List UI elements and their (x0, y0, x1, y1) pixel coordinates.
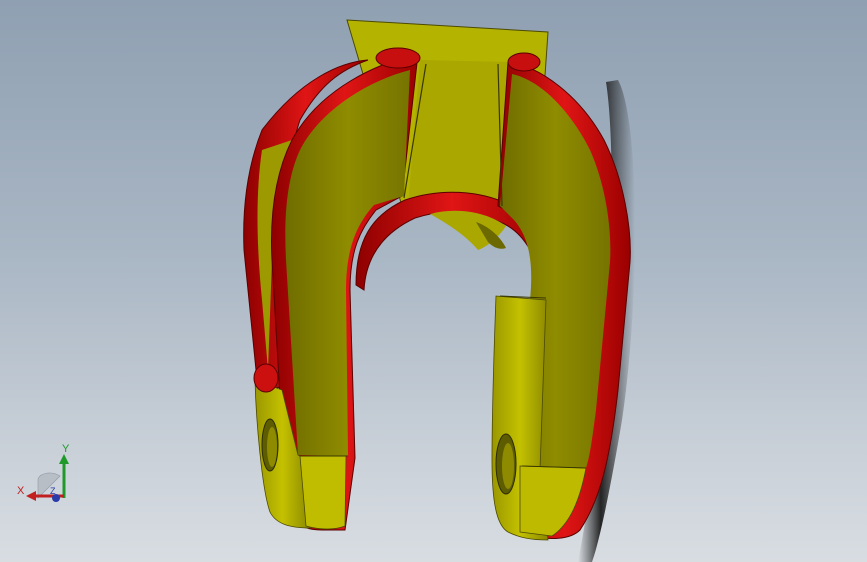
left-pin-hole-inner (267, 427, 277, 467)
graphics-viewport[interactable]: X Y Z (0, 0, 867, 562)
3d-model-fork[interactable] (0, 0, 867, 562)
right-pin-hole-inner (502, 443, 514, 489)
reference-triad: X Y Z (10, 440, 80, 510)
triad-y-label: Y (62, 443, 70, 455)
triad-axes-icon (26, 454, 69, 502)
left-slot-end (253, 363, 279, 393)
right-top-fillet (507, 52, 541, 72)
left-top-fillet (375, 47, 421, 69)
triad-y-arrowhead (59, 454, 69, 464)
triad-z-label: Z (50, 486, 56, 496)
triad-x-label: X (17, 485, 25, 497)
left-lug-bottom (299, 455, 347, 530)
triad-x-arrowhead (26, 491, 36, 501)
